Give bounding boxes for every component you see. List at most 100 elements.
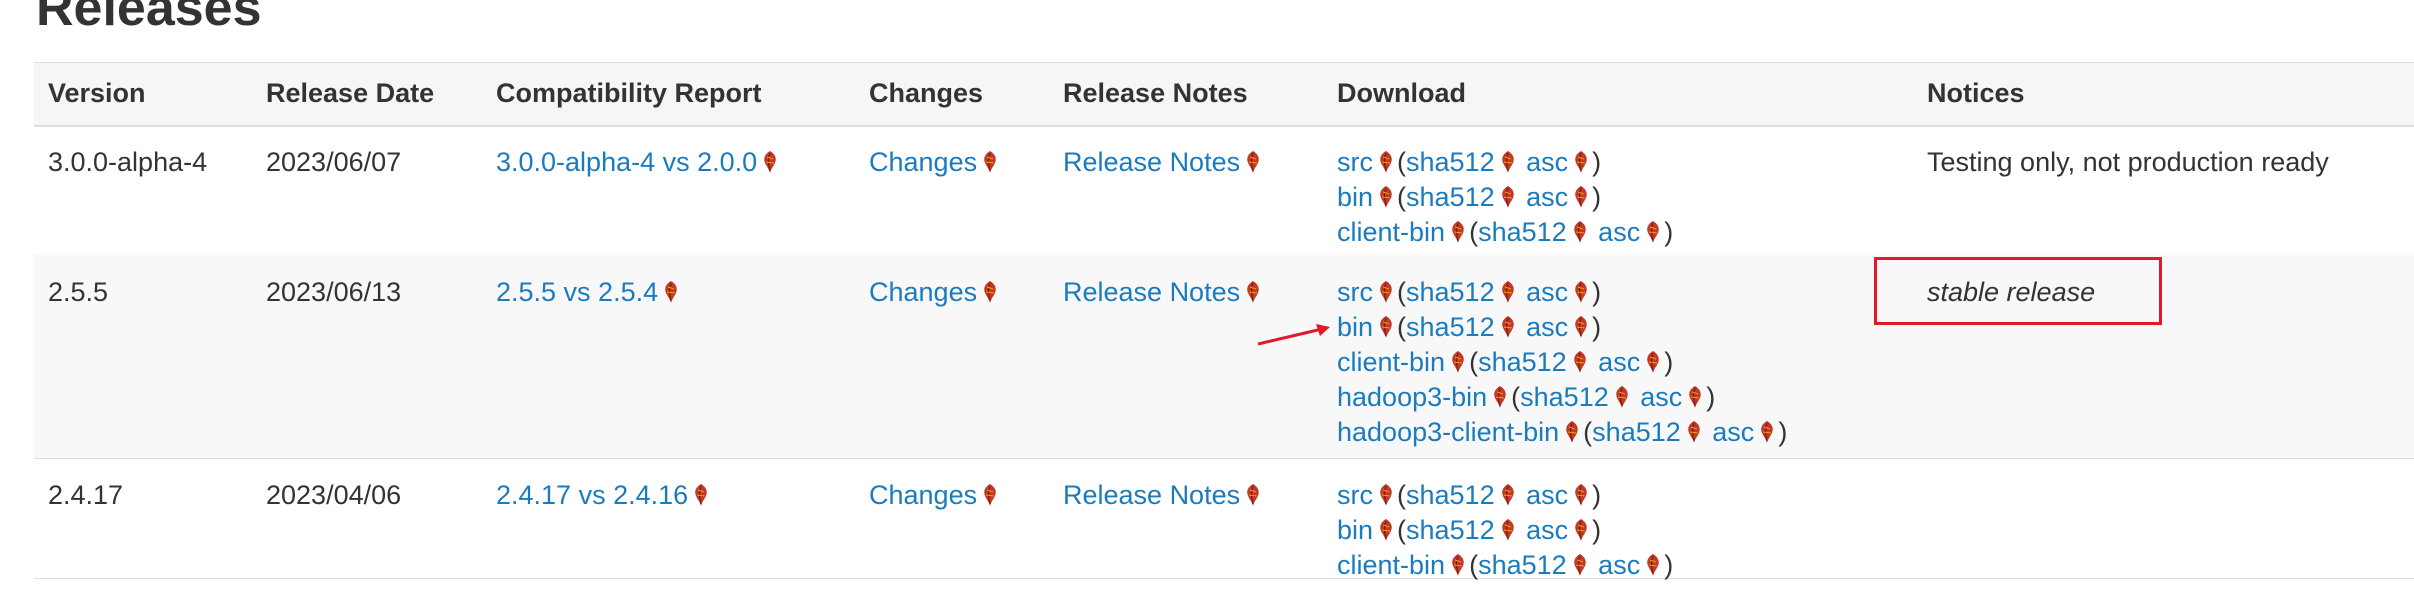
paren-close: )	[1778, 417, 1788, 447]
download-cell: src (sha512 asc) bin (sha512 asc) client-bin…	[1337, 145, 1673, 250]
sha512-link[interactable]: sha512	[1406, 515, 1495, 545]
sha512-link[interactable]: sha512	[1406, 182, 1495, 212]
sha512-link[interactable]: sha512	[1478, 217, 1567, 247]
apache-feather-icon	[1572, 280, 1590, 304]
apache-feather-icon	[1499, 315, 1517, 339]
download-link-bin[interactable]: bin	[1337, 182, 1373, 212]
changes-cell: Changes	[869, 275, 1001, 310]
download-link-src[interactable]: src	[1337, 480, 1373, 510]
download-line: hadoop3-client-bin (sha512 asc)	[1337, 415, 1787, 450]
changes-link[interactable]: Changes	[869, 480, 977, 510]
sha512-link[interactable]: sha512	[1478, 550, 1567, 580]
apache-feather-icon	[1563, 420, 1581, 444]
paren-close: )	[1592, 312, 1602, 342]
compatibility-report-link[interactable]: 2.4.17 vs 2.4.16	[496, 480, 688, 510]
annotation-arrow-icon	[1257, 324, 1330, 346]
apache-feather-icon	[1571, 553, 1589, 577]
apache-feather-icon	[1244, 280, 1262, 304]
apache-feather-icon	[1572, 185, 1590, 209]
sha512-link[interactable]: sha512	[1520, 382, 1609, 412]
paren-close: )	[1664, 550, 1674, 580]
download-link-client-bin[interactable]: client-bin	[1337, 347, 1445, 377]
asc-link[interactable]: asc	[1526, 480, 1568, 510]
paren-close: )	[1664, 217, 1674, 247]
download-link-src[interactable]: src	[1337, 277, 1373, 307]
apache-feather-icon	[981, 150, 999, 174]
compatibility-report-link[interactable]: 2.5.5 vs 2.5.4	[496, 277, 658, 307]
changes-link[interactable]: Changes	[869, 277, 977, 307]
asc-link[interactable]: asc	[1712, 417, 1754, 447]
asc-link[interactable]: asc	[1640, 382, 1682, 412]
apache-feather-icon	[1571, 350, 1589, 374]
sha512-link[interactable]: sha512	[1406, 480, 1495, 510]
sha512-link[interactable]: sha512	[1406, 277, 1495, 307]
asc-link[interactable]: asc	[1526, 515, 1568, 545]
release-notes-cell: Release Notes	[1063, 478, 1264, 513]
apache-feather-icon	[1613, 385, 1631, 409]
compatibility-report-link[interactable]: 3.0.0-alpha-4 vs 2.0.0	[496, 147, 757, 177]
paren-open: (	[1397, 480, 1406, 510]
table-row: 2.4.17 2023/04/06 2.4.17 vs 2.4.16 Changes R…	[34, 458, 2414, 580]
paren-close: )	[1664, 347, 1674, 377]
download-line: hadoop3-bin (sha512 asc)	[1337, 380, 1787, 415]
download-line: bin (sha512 asc)	[1337, 180, 1673, 215]
download-line: client-bin (sha512 asc)	[1337, 345, 1787, 380]
header-release-date: Release Date	[266, 78, 435, 108]
apache-feather-icon	[1685, 420, 1703, 444]
header-compatibility-report: Compatibility Report	[496, 78, 762, 108]
table-header-row: Version Release Date Compatibility Repor…	[34, 63, 2414, 127]
sha512-link[interactable]: sha512	[1406, 147, 1495, 177]
download-cell: src (sha512 asc) bin (sha512 asc) client-bin…	[1337, 478, 1673, 583]
apache-feather-icon	[981, 483, 999, 507]
paren-close: )	[1592, 277, 1602, 307]
apache-feather-icon	[1491, 385, 1509, 409]
sha512-link[interactable]: sha512	[1478, 347, 1567, 377]
download-line: src (sha512 asc)	[1337, 275, 1787, 310]
version-cell: 2.4.17	[48, 480, 124, 510]
paren-open: (	[1397, 147, 1406, 177]
paren-open: (	[1469, 217, 1479, 247]
paren-open: (	[1397, 277, 1406, 307]
apache-feather-icon	[1758, 420, 1776, 444]
release-notes-link[interactable]: Release Notes	[1063, 480, 1240, 510]
release-notes-link[interactable]: Release Notes	[1063, 277, 1240, 307]
asc-link[interactable]: asc	[1526, 147, 1568, 177]
download-line: client-bin (sha512 asc)	[1337, 215, 1673, 250]
paren-open: (	[1469, 347, 1479, 377]
download-link-bin[interactable]: bin	[1337, 515, 1373, 545]
header-download: Download	[1337, 78, 1466, 108]
releases-table: Version Release Date Compatibility Repor…	[34, 62, 2414, 580]
apache-feather-icon	[1499, 518, 1517, 542]
download-line: bin (sha512 asc)	[1337, 513, 1673, 548]
sha512-link[interactable]: sha512	[1406, 312, 1495, 342]
changes-cell: Changes	[869, 478, 1001, 513]
header-notices: Notices	[1927, 78, 2025, 108]
download-link-client-bin[interactable]: client-bin	[1337, 217, 1445, 247]
apache-feather-icon	[1499, 483, 1517, 507]
release-notes-cell: Release Notes	[1063, 145, 1264, 180]
asc-link[interactable]: asc	[1598, 217, 1640, 247]
release-notes-link[interactable]: Release Notes	[1063, 147, 1240, 177]
header-changes: Changes	[869, 78, 984, 108]
apache-feather-icon	[1244, 150, 1262, 174]
asc-link[interactable]: asc	[1598, 347, 1640, 377]
download-link-client-bin[interactable]: client-bin	[1337, 550, 1445, 580]
asc-link[interactable]: asc	[1526, 182, 1568, 212]
download-link-hadoop3-client-bin[interactable]: hadoop3-client-bin	[1337, 417, 1559, 447]
download-link-src[interactable]: src	[1337, 147, 1373, 177]
apache-feather-icon	[1572, 315, 1590, 339]
table-row: 3.0.0-alpha-4 2023/06/07 3.0.0-alpha-4 vs …	[34, 125, 2414, 256]
download-link-hadoop3-bin[interactable]: hadoop3-bin	[1337, 382, 1487, 412]
download-line: client-bin (sha512 asc)	[1337, 548, 1673, 583]
apache-feather-icon	[1244, 483, 1262, 507]
asc-link[interactable]: asc	[1526, 277, 1568, 307]
apache-feather-icon	[1644, 350, 1662, 374]
paren-open: (	[1469, 550, 1479, 580]
sha512-link[interactable]: sha512	[1592, 417, 1681, 447]
changes-link[interactable]: Changes	[869, 147, 977, 177]
apache-feather-icon	[692, 483, 710, 507]
asc-link[interactable]: asc	[1598, 550, 1640, 580]
download-link-bin[interactable]: bin	[1337, 312, 1373, 342]
asc-link[interactable]: asc	[1526, 312, 1568, 342]
download-line: src (sha512 asc)	[1337, 145, 1673, 180]
